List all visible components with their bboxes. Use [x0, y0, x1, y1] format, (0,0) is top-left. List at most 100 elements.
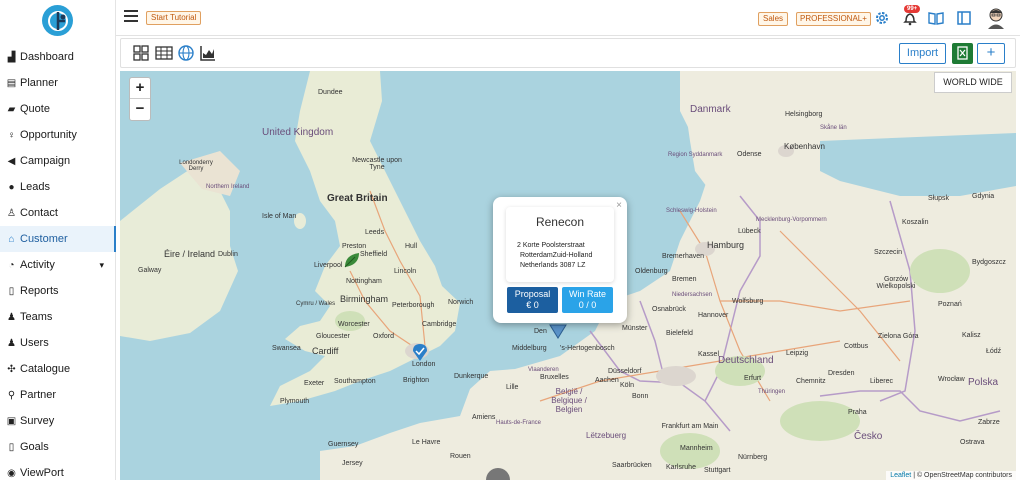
customer-address: 2 Korte Poolsterstraat RotterdamZuid-Hol…	[517, 241, 592, 271]
sidebar-item-label: Planner	[20, 77, 58, 89]
map-label: Gloucester	[316, 333, 350, 340]
zoom-in-button[interactable]: +	[130, 78, 150, 99]
world-wide-button[interactable]: WORLD WIDE	[934, 72, 1012, 93]
map-label: Bremerhaven	[662, 253, 705, 260]
sidebar-item-leads[interactable]: ● Leads	[0, 174, 116, 200]
map-label: Chemnitz	[796, 378, 826, 385]
export-excel-button[interactable]	[952, 43, 973, 64]
map-label: Hannover	[698, 312, 729, 319]
sidebar-item-catalogue[interactable]: ✣ Catalogue	[0, 356, 116, 382]
app-logo[interactable]	[42, 5, 73, 36]
map-label: Cardiff	[312, 346, 339, 356]
sidebar-item-reports[interactable]: ▯ Reports	[0, 278, 116, 304]
map-label: Mecklenburg-Vorpommern	[756, 217, 827, 223]
location-marker-icon[interactable]	[412, 343, 428, 361]
map-label: Karlsruhe	[666, 464, 696, 471]
sidebar-item-survey[interactable]: ▣ Survey	[0, 408, 116, 434]
layout-icon[interactable]	[956, 10, 972, 26]
gear-icon[interactable]	[874, 10, 890, 26]
sidebar-item-users[interactable]: ♟ Users	[0, 330, 116, 356]
catalog-icon: ✣	[7, 363, 16, 375]
selected-marker-icon[interactable]	[549, 323, 567, 339]
plan-badge[interactable]: PROFESSIONAL+	[796, 12, 871, 26]
map-label: Exeter	[304, 380, 325, 387]
map-attribution: Leaflet | © OpenStreetMap contributors	[886, 471, 1016, 480]
start-tutorial-button[interactable]: Start Tutorial	[146, 11, 202, 25]
list-icon: ▤	[6, 77, 17, 89]
map-label: Norwich	[448, 299, 474, 306]
chevron-down-icon[interactable]: ▾	[99, 260, 104, 271]
sales-badge[interactable]: Sales	[758, 12, 789, 26]
bag-icon: ▰	[7, 103, 16, 115]
attribution-text: | © OpenStreetMap contributors	[911, 472, 1012, 479]
sidebar-item-label: Customer	[20, 233, 68, 245]
map-label: Gorzów Wielkopolski	[876, 276, 916, 290]
add-button[interactable]: +	[977, 43, 1005, 64]
user-icon: ♙	[7, 207, 16, 219]
map-label: Swansea	[272, 345, 301, 352]
map-label: 's-Hertogenbosch	[560, 345, 615, 352]
sidebar-item-planner[interactable]: ▤ Planner	[0, 70, 116, 96]
team-icon: ♟	[7, 311, 16, 323]
map-label: Saarbrücken	[612, 462, 652, 469]
sidebar-item-partner[interactable]: ⚲ Partner	[0, 382, 116, 408]
sidebar-item-contact[interactable]: ♙ Contact	[0, 200, 116, 226]
sidebar-item-viewport[interactable]: ◉ ViewPort	[0, 460, 116, 486]
zoom-control: + −	[129, 77, 151, 121]
popup-close-button[interactable]: ×	[616, 200, 622, 211]
chart-view-icon[interactable]	[200, 45, 216, 61]
zoom-out-button[interactable]: −	[130, 99, 150, 120]
map-label: Bruxelles	[540, 374, 569, 381]
proposal-label: Proposal	[514, 289, 551, 299]
map-label: Great Britain	[327, 193, 388, 204]
map-label: Hamburg	[707, 240, 745, 250]
menu-toggle-icon[interactable]	[124, 10, 138, 22]
map-label: Köln	[620, 382, 635, 389]
grid-view-icon[interactable]	[133, 45, 149, 61]
map-label: Lincoln	[394, 268, 417, 275]
map-label: Kassel	[698, 351, 720, 358]
sidebar-item-label: Partner	[20, 389, 57, 401]
win-rate-button[interactable]: Win Rate 0 / 0	[562, 287, 613, 313]
map-label: Southampton	[334, 378, 376, 385]
map-label: Cymru / Wales	[296, 301, 336, 307]
question-icon: ●	[8, 181, 15, 193]
map-label: Ostrava	[960, 439, 985, 446]
sidebar: ▟ Dashboard ▤ Planner ▰ Quote ♀ Opportunity ◀ Cam…	[0, 0, 116, 480]
sidebar-item-opportunity[interactable]: ♀ Opportunity	[0, 122, 116, 148]
globe-map-view-icon[interactable]	[178, 45, 194, 61]
avatar[interactable]	[986, 7, 1006, 29]
sidebar-item-dashboard[interactable]: ▟ Dashboard	[0, 44, 116, 70]
map-label: Liverpool	[314, 262, 343, 269]
sidebar-item-quote[interactable]: ▰ Quote	[0, 96, 116, 122]
import-button[interactable]: Import	[899, 43, 946, 64]
map-label: Wolfsburg	[732, 298, 764, 305]
map-label: Poznań	[938, 301, 962, 308]
leaflet-link[interactable]: Leaflet	[890, 472, 911, 479]
map-label: Peterborough	[392, 302, 435, 309]
proposal-button[interactable]: Proposal € 0	[507, 287, 558, 313]
map-label: Lëtzebuerg	[586, 431, 627, 440]
sidebar-item-goals[interactable]: ▯ Goals	[0, 434, 116, 460]
map-label: Jersey	[342, 460, 363, 467]
table-view-icon[interactable]	[155, 45, 173, 61]
book-icon[interactable]	[928, 10, 944, 26]
logo-icon	[47, 10, 68, 31]
sidebar-item-activity[interactable]: ◔ Activity ▾	[0, 252, 116, 278]
map-label: Thüringen	[758, 389, 786, 395]
map-view[interactable]: + − WORLD WIDE United Kingdom Great Brit…	[120, 71, 1016, 480]
bank-icon: ⌂	[8, 233, 15, 245]
map-label: København	[784, 142, 825, 151]
leaf-marker-icon[interactable]	[343, 251, 361, 269]
map-label: Łódź	[986, 348, 1002, 355]
map-label: Isle of Man	[262, 213, 297, 220]
sidebar-item-teams[interactable]: ♟ Teams	[0, 304, 116, 330]
map-label: Dunkerque	[454, 373, 489, 380]
sidebar-item-customer[interactable]: ⌂ Customer	[0, 226, 116, 252]
map-label: London	[412, 361, 436, 368]
goal-icon: ▯	[8, 441, 15, 453]
map-label: Amiens	[472, 414, 496, 421]
map-label: Szczecin	[874, 249, 903, 256]
sidebar-item-campaign[interactable]: ◀ Campaign	[0, 148, 116, 174]
map-label: Lille	[506, 384, 519, 391]
